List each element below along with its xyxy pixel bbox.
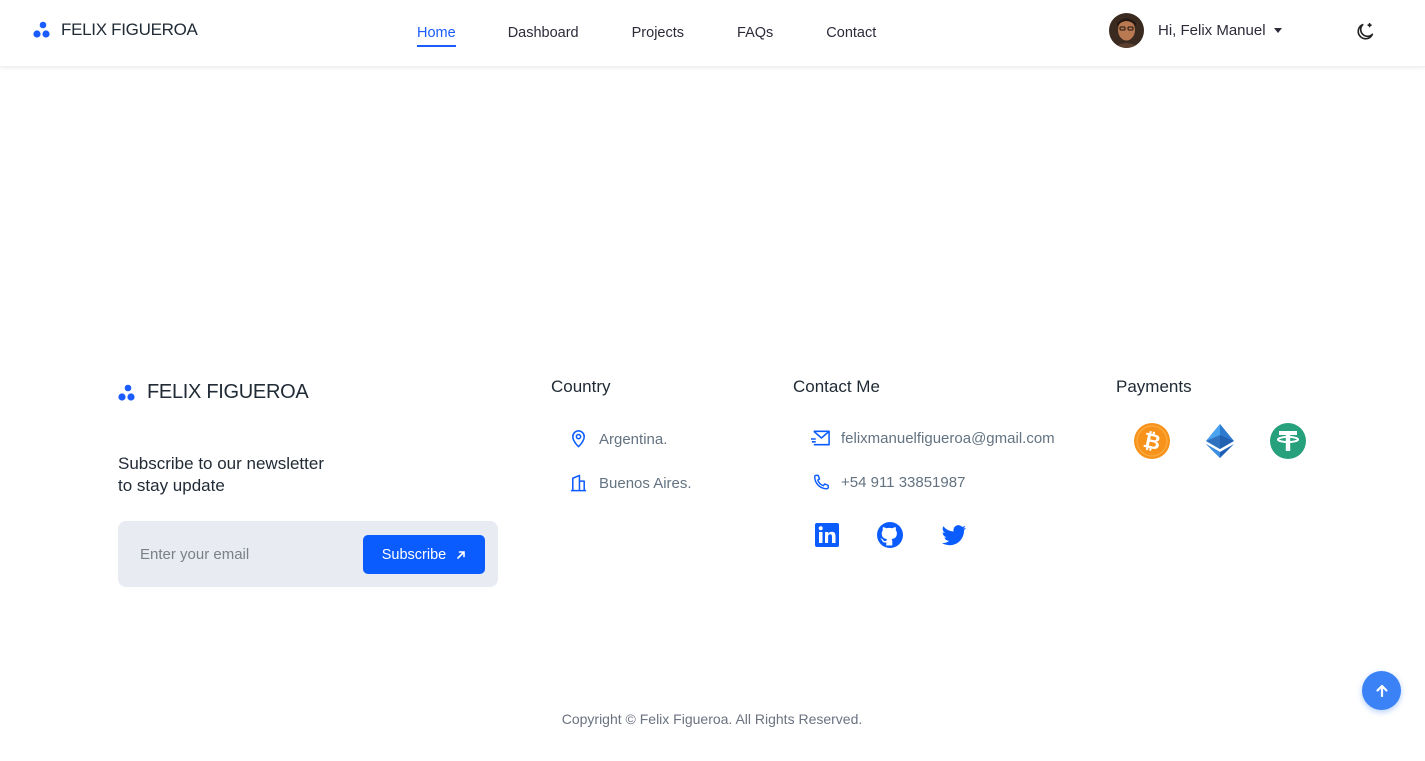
bitcoin-icon: ₿ (1134, 423, 1170, 459)
github-icon[interactable] (876, 521, 904, 549)
twitter-icon[interactable] (940, 521, 968, 549)
newsletter-line-1: Subscribe to our newsletter (118, 454, 324, 473)
building-icon (570, 474, 587, 492)
logo-dots-icon (33, 21, 50, 38)
country-row: Argentina. (569, 429, 667, 449)
ethereum-icon (1206, 424, 1234, 458)
phone-icon (813, 474, 829, 490)
nav-projects[interactable]: Projects (632, 25, 684, 41)
newsletter-line-2: to stay update (118, 476, 225, 495)
nav-dashboard[interactable]: Dashboard (508, 25, 579, 41)
subscribe-form: Subscribe (118, 521, 498, 587)
nav-contact[interactable]: Contact (826, 25, 876, 41)
city-row: Buenos Aires. (569, 473, 692, 493)
email-row[interactable]: felixmanuelfigueroa@gmail.com (810, 429, 1055, 447)
copyright-label: Copyright © Felix Figueroa. All Rights R… (561, 711, 863, 727)
logo-dots-icon (118, 384, 135, 401)
user-menu[interactable]: Hi, Felix Manuel (1109, 13, 1282, 48)
phone-row[interactable]: +54 911 33851987 (812, 473, 965, 492)
user-greeting[interactable]: Hi, Felix Manuel (1158, 22, 1266, 39)
country-value: Argentina. (599, 430, 668, 448)
linkedin-icon[interactable] (813, 521, 841, 549)
arrow-up-right-icon (457, 550, 466, 559)
main-nav: Home Dashboard Projects FAQs Contact (417, 0, 876, 66)
location-pin-icon (572, 430, 585, 448)
email-value[interactable]: felixmanuelfigueroa@gmail.com (841, 430, 1055, 447)
email-input[interactable] (140, 543, 355, 565)
subscribe-label: Subscribe (381, 546, 447, 563)
chevron-down-icon[interactable] (1273, 28, 1282, 33)
nav-home[interactable]: Home (417, 25, 456, 47)
subscribe-button[interactable]: Subscribe (363, 535, 485, 574)
nav-faqs[interactable]: FAQs (737, 25, 773, 41)
tether-icon (1270, 423, 1306, 459)
avatar[interactable] (1109, 13, 1144, 48)
copyright-text: Copyright © Felix Figueroa. All Rights R… (0, 711, 1425, 727)
mail-icon (810, 430, 830, 446)
newsletter-text: Subscribe to our newsletter to stay upda… (118, 453, 378, 497)
city-value: Buenos Aires. (599, 474, 692, 492)
moon-icon[interactable] (1354, 21, 1376, 43)
brand-logo[interactable]: FELIX FIGUEROA (33, 20, 198, 40)
country-title: Country (551, 377, 611, 396)
scroll-to-top-button[interactable] (1362, 671, 1401, 710)
arrow-up-icon (1375, 684, 1388, 697)
footer-brand[interactable]: FELIX FIGUEROA (118, 381, 309, 404)
top-navbar: FELIX FIGUEROA Home Dashboard Projects F… (0, 0, 1425, 67)
payments-title: Payments (1116, 377, 1192, 396)
contact-title: Contact Me (793, 377, 880, 396)
phone-value[interactable]: +54 911 33851987 (841, 474, 965, 491)
footer-brand-name: FELIX FIGUEROA (147, 381, 309, 403)
brand-name: FELIX FIGUEROA (61, 20, 198, 39)
